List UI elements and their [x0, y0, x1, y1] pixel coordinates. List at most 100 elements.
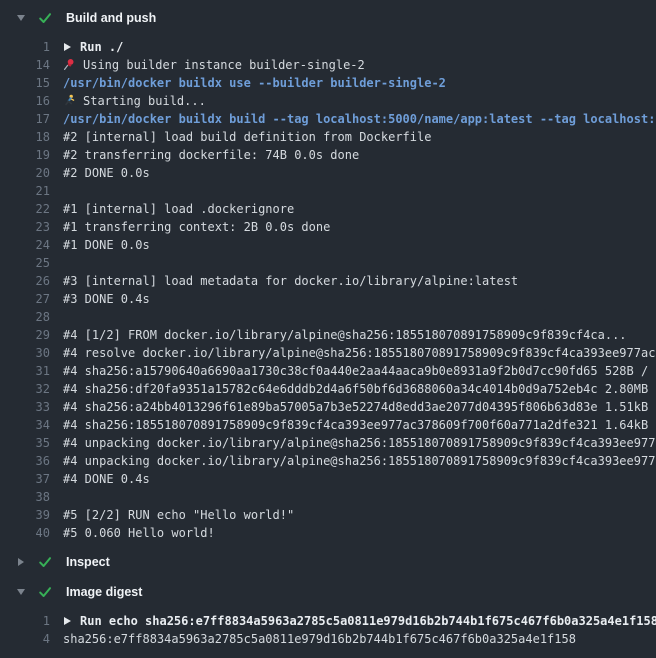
line-number-link[interactable]: 32	[0, 380, 50, 398]
line-text: #2 [internal] load build definition from…	[50, 128, 656, 146]
line-text: #1 DONE 0.0s	[50, 236, 656, 254]
section-header-image-digest[interactable]: Image digest	[0, 578, 656, 606]
chevron-down-icon[interactable]	[15, 12, 27, 24]
section-title: Inspect	[66, 555, 110, 569]
log-line[interactable]: 33 #4 sha256:a24bb4013296f61e89ba57005a7…	[0, 398, 656, 416]
expand-group-icon[interactable]	[64, 617, 71, 625]
line-number-link[interactable]: 34	[0, 416, 50, 434]
line-number-link[interactable]: 40	[0, 524, 50, 542]
log-line[interactable]: 15 /usr/bin/docker buildx use --builder …	[0, 74, 656, 92]
line-number-link[interactable]: 1	[0, 612, 50, 630]
workflow-log-viewer: Build and push 1 Run ./ 14 Using builder…	[0, 0, 656, 658]
line-text: #1 transferring context: 2B 0.0s done	[50, 218, 656, 236]
section-title: Image digest	[66, 585, 142, 599]
line-text: #4 sha256:a15790640a6690aa1730c38cf0a440…	[50, 362, 656, 380]
log-line[interactable]: 1 Run echo sha256:e7ff8834a5963a2785c5a0…	[0, 612, 656, 630]
line-text: Run ./	[50, 38, 656, 56]
log-line[interactable]: 27 #3 DONE 0.4s	[0, 290, 656, 308]
success-check-icon	[37, 10, 53, 26]
log-line[interactable]: 34 #4 sha256:185518070891758909c9f839cf4…	[0, 416, 656, 434]
log-line[interactable]: 20 #2 DONE 0.0s	[0, 164, 656, 182]
log-line[interactable]: 37 #4 DONE 0.4s	[0, 470, 656, 488]
line-number-link[interactable]: 14	[0, 56, 50, 74]
success-check-icon	[37, 554, 53, 570]
log-section: Image digest 1 Run echo sha256:e7ff8834a…	[0, 578, 656, 652]
line-number-link[interactable]: 33	[0, 398, 50, 416]
chevron-down-icon[interactable]	[15, 586, 27, 598]
line-number-link[interactable]: 31	[0, 362, 50, 380]
line-number-link[interactable]: 20	[0, 164, 50, 182]
line-text: sha256:e7ff8834a5963a2785c5a0811e979d16b…	[50, 630, 656, 648]
expand-group-icon[interactable]	[64, 43, 71, 51]
log-line[interactable]: 36 #4 unpacking docker.io/library/alpine…	[0, 452, 656, 470]
log-line[interactable]: 29 #4 [1/2] FROM docker.io/library/alpin…	[0, 326, 656, 344]
log-line[interactable]: 38	[0, 488, 656, 506]
line-number-link[interactable]: 36	[0, 452, 50, 470]
line-number-link[interactable]: 17	[0, 110, 50, 128]
section-header-inspect[interactable]: Inspect	[0, 548, 656, 576]
log-line[interactable]: 39 #5 [2/2] RUN echo "Hello world!"	[0, 506, 656, 524]
line-text: #4 unpacking docker.io/library/alpine@sh…	[50, 434, 656, 452]
line-text: #4 sha256:185518070891758909c9f839cf4ca3…	[50, 416, 656, 434]
line-number-link[interactable]: 39	[0, 506, 50, 524]
log-line[interactable]: 17 /usr/bin/docker buildx build --tag lo…	[0, 110, 656, 128]
line-text: Starting build...	[50, 92, 656, 110]
line-number-link[interactable]: 25	[0, 254, 50, 272]
log-line[interactable]: 4 sha256:e7ff8834a5963a2785c5a0811e979d1…	[0, 630, 656, 648]
line-text: #4 resolve docker.io/library/alpine@sha2…	[50, 344, 656, 362]
log-line[interactable]: 19 #2 transferring dockerfile: 74B 0.0s …	[0, 146, 656, 164]
log-line[interactable]: 35 #4 unpacking docker.io/library/alpine…	[0, 434, 656, 452]
log-section: Build and push 1 Run ./ 14 Using builder…	[0, 4, 656, 546]
line-number-link[interactable]: 30	[0, 344, 50, 362]
line-number-link[interactable]: 23	[0, 218, 50, 236]
line-number-link[interactable]: 4	[0, 630, 50, 648]
line-number-link[interactable]: 27	[0, 290, 50, 308]
line-number-link[interactable]: 1	[0, 38, 50, 56]
log-line[interactable]: 16 Starting build...	[0, 92, 656, 110]
log-line[interactable]: 18 #2 [internal] load build definition f…	[0, 128, 656, 146]
line-number-link[interactable]: 37	[0, 470, 50, 488]
line-text: #2 DONE 0.0s	[50, 164, 656, 182]
section-log-lines: 1 Run echo sha256:e7ff8834a5963a2785c5a0…	[0, 606, 656, 652]
log-line[interactable]: 24 #1 DONE 0.0s	[0, 236, 656, 254]
line-number-link[interactable]: 24	[0, 236, 50, 254]
log-line[interactable]: 40 #5 0.060 Hello world!	[0, 524, 656, 542]
section-title: Build and push	[66, 11, 156, 25]
log-line[interactable]: 31 #4 sha256:a15790640a6690aa1730c38cf0a…	[0, 362, 656, 380]
line-text: /usr/bin/docker buildx build --tag local…	[50, 110, 656, 128]
line-number-link[interactable]: 38	[0, 488, 50, 506]
log-line[interactable]: 21	[0, 182, 656, 200]
line-text: #2 transferring dockerfile: 74B 0.0s don…	[50, 146, 656, 164]
line-text: #3 [internal] load metadata for docker.i…	[50, 272, 656, 290]
line-text: Using builder instance builder-single-2	[50, 56, 656, 74]
line-text: #4 sha256:a24bb4013296f61e89ba57005a7b3e…	[50, 398, 656, 416]
line-number-link[interactable]: 18	[0, 128, 50, 146]
line-number-link[interactable]: 21	[0, 182, 50, 200]
runner-icon	[63, 94, 76, 107]
log-line[interactable]: 28	[0, 308, 656, 326]
log-line[interactable]: 30 #4 resolve docker.io/library/alpine@s…	[0, 344, 656, 362]
line-number-link[interactable]: 22	[0, 200, 50, 218]
log-line[interactable]: 26 #3 [internal] load metadata for docke…	[0, 272, 656, 290]
line-number-link[interactable]: 16	[0, 92, 50, 110]
line-text: #5 [2/2] RUN echo "Hello world!"	[50, 506, 656, 524]
log-line[interactable]: 32 #4 sha256:df20fa9351a15782c64e6dddb2d…	[0, 380, 656, 398]
log-line[interactable]: 22 #1 [internal] load .dockerignore	[0, 200, 656, 218]
line-text: #4 unpacking docker.io/library/alpine@sh…	[50, 452, 656, 470]
line-number-link[interactable]: 35	[0, 434, 50, 452]
line-number-link[interactable]: 28	[0, 308, 50, 326]
log-line[interactable]: 1 Run ./	[0, 38, 656, 56]
line-number-link[interactable]: 26	[0, 272, 50, 290]
line-number-link[interactable]: 19	[0, 146, 50, 164]
log-line[interactable]: 14 Using builder instance builder-single…	[0, 56, 656, 74]
line-number-link[interactable]: 29	[0, 326, 50, 344]
line-text: #4 [1/2] FROM docker.io/library/alpine@s…	[50, 326, 656, 344]
line-number-link[interactable]: 15	[0, 74, 50, 92]
line-text: #1 [internal] load .dockerignore	[50, 200, 656, 218]
chevron-right-icon[interactable]	[15, 556, 27, 568]
log-line[interactable]: 25	[0, 254, 656, 272]
line-text: #4 sha256:df20fa9351a15782c64e6dddb2d4a6…	[50, 380, 656, 398]
line-text: /usr/bin/docker buildx use --builder bui…	[50, 74, 656, 92]
section-header-build-and-push[interactable]: Build and push	[0, 4, 656, 32]
log-line[interactable]: 23 #1 transferring context: 2B 0.0s done	[0, 218, 656, 236]
